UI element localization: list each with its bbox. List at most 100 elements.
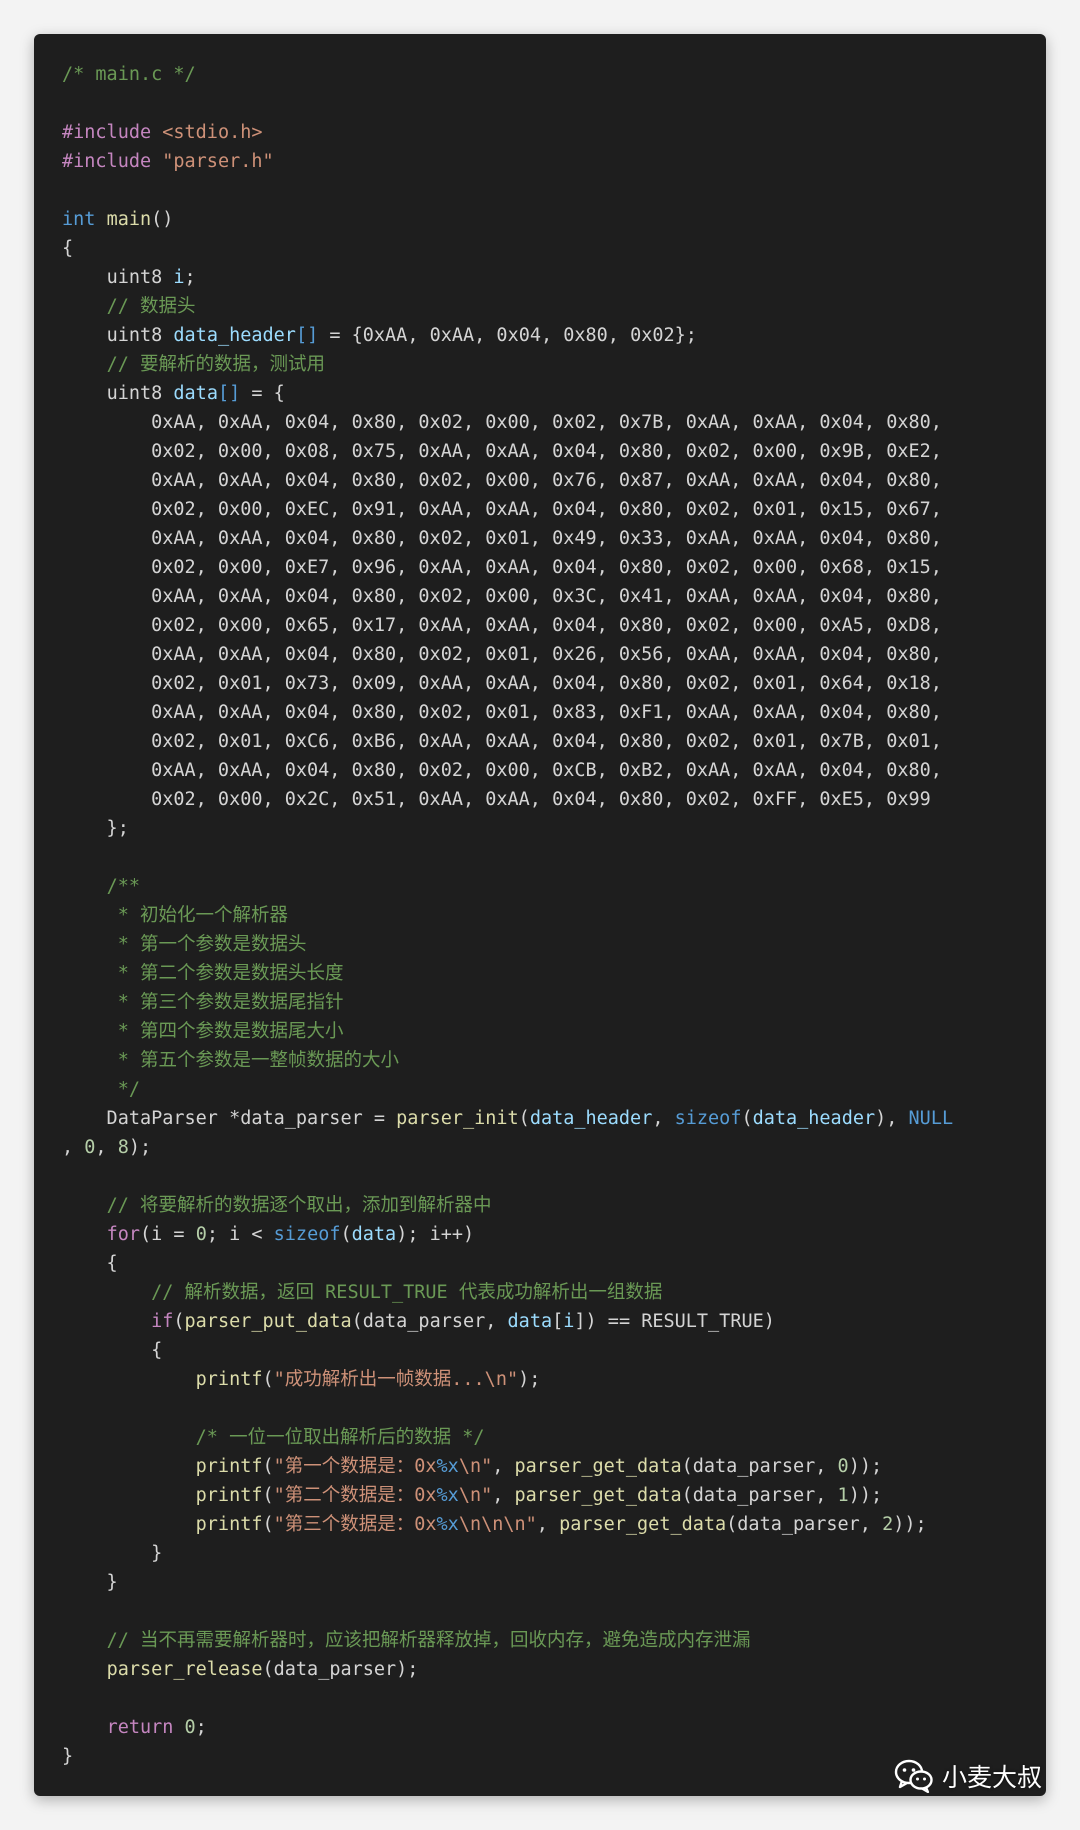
code-token-keyword: sizeof	[273, 1224, 341, 1245]
code-token-plain: (data_parser,	[681, 1485, 838, 1506]
code-token-plain: {	[62, 238, 74, 259]
code-token-plain: };	[62, 818, 129, 839]
code-line: 0x02, 0x00, 0x2C, 0x51, 0xAA, 0xAA, 0x04…	[62, 785, 953, 814]
code-token-function: printf	[195, 1514, 263, 1535]
code-token-keyword: []	[217, 383, 241, 404]
code-line: };	[62, 814, 953, 843]
code-token-comment: /**	[106, 876, 140, 897]
code-line: parser_release(data_parser);	[62, 1655, 953, 1684]
code-line: 0xAA, 0xAA, 0x04, 0x80, 0x02, 0x00, 0x3C…	[62, 582, 953, 611]
code-line: * 初始化一个解析器	[62, 901, 953, 930]
code-line: * 第二个参数是数据头长度	[62, 959, 953, 988]
code-token-plain: = {	[240, 383, 285, 404]
code-token-plain: ()	[151, 209, 174, 230]
code-token-string: <stdio.h>	[162, 122, 263, 143]
code-token-plain: (	[262, 1369, 274, 1390]
code-token-variable: data	[507, 1311, 553, 1332]
code-token-plain: ,	[492, 1485, 515, 1506]
code-token-comment: // 数据头	[106, 296, 196, 317]
code-line: uint8 data_header[] = {0xAA, 0xAA, 0x04,…	[62, 321, 953, 350]
code-token-string: \n"	[458, 1456, 493, 1477]
code-token-function: printf	[195, 1456, 263, 1477]
code-token-comment: // 解析数据，返回 RESULT_TRUE 代表成功解析出一组数据	[151, 1282, 663, 1303]
code-token-comment: /* 一位一位取出解析后的数据 */	[195, 1427, 485, 1448]
code-token-plain: ; i <	[206, 1224, 274, 1245]
code-token-plain: = {0xAA, 0xAA, 0x04, 0x80, 0x02};	[318, 325, 697, 346]
code-line: }	[62, 1568, 953, 1597]
code-token-string: "第二个数据是：0x	[273, 1485, 437, 1506]
code-token-number: 8	[117, 1137, 129, 1158]
watermark: 小麦大叔	[894, 1758, 1042, 1794]
code-line: 0xAA, 0xAA, 0x04, 0x80, 0x02, 0x01, 0x26…	[62, 640, 953, 669]
code-token-comment: // 将要解析的数据逐个取出，添加到解析器中	[106, 1195, 492, 1216]
code-line: 0xAA, 0xAA, 0x04, 0x80, 0x02, 0x00, 0xCB…	[62, 756, 953, 785]
code-token-comment: * 第二个参数是数据头长度	[106, 963, 344, 984]
code-line: #include <stdio.h>	[62, 118, 953, 147]
code-token-function: parser_get_data	[514, 1456, 682, 1477]
code-token-hex: 0x02, 0x00, 0xEC, 0x91, 0xAA, 0xAA, 0x04…	[62, 499, 942, 520]
code-line: /* main.c */	[62, 60, 953, 89]
code-token-string: "parser.h"	[162, 151, 274, 172]
code-line: * 第五个参数是一整帧数据的大小	[62, 1046, 953, 1075]
code-line: uint8 data[] = {	[62, 379, 953, 408]
code-token-string: \n\n\n"	[458, 1514, 537, 1535]
code-token-function: parser_get_data	[559, 1514, 727, 1535]
code-token-comment: * 第四个参数是数据尾大小	[106, 1021, 344, 1042]
code-token-comment: * 第五个参数是一整帧数据的大小	[106, 1050, 399, 1071]
code-token-function: printf	[195, 1369, 263, 1390]
code-line: // 要解析的数据，测试用	[62, 350, 953, 379]
code-line: /**	[62, 872, 953, 901]
code-token-string: \n"	[458, 1485, 493, 1506]
code-token-number: 0	[837, 1456, 849, 1477]
code-line: // 将要解析的数据逐个取出，添加到解析器中	[62, 1191, 953, 1220]
code-line: int main()	[62, 205, 953, 234]
code-token-number: 2	[882, 1514, 894, 1535]
code-line: 0x02, 0x01, 0xC6, 0xB6, 0xAA, 0xAA, 0x04…	[62, 727, 953, 756]
code-token-plain: (i =	[139, 1224, 196, 1245]
code-token-comment: * 初始化一个解析器	[106, 905, 288, 926]
code-token-type: uint8	[106, 325, 163, 346]
code-token-hex: 0x02, 0x00, 0x2C, 0x51, 0xAA, 0xAA, 0x04…	[62, 789, 931, 810]
wechat-icon	[894, 1759, 933, 1793]
code-token-plain: );	[518, 1369, 541, 1390]
code-token-keyword: %x	[436, 1485, 459, 1506]
code-token-function: main	[106, 209, 152, 230]
code-line: 0x02, 0x00, 0x65, 0x17, 0xAA, 0xAA, 0x04…	[62, 611, 953, 640]
code-token-plain: (data_parser,	[351, 1311, 508, 1332]
code-token-hex: 0xAA, 0xAA, 0x04, 0x80, 0x02, 0x00, 0x3C…	[62, 586, 942, 607]
code-token-function: parser_release	[106, 1659, 263, 1680]
code-token-comment: /* main.c */	[62, 64, 196, 85]
code-token-comment: // 当不再需要解析器时，应该把解析器释放掉，回收内存，避免造成内存泄漏	[106, 1630, 751, 1651]
code-token-hex: 0xAA, 0xAA, 0x04, 0x80, 0x02, 0x00, 0x76…	[62, 470, 942, 491]
code-line: 0xAA, 0xAA, 0x04, 0x80, 0x02, 0x01, 0x83…	[62, 698, 953, 727]
code-line: // 数据头	[62, 292, 953, 321]
code-token-hex: 0xAA, 0xAA, 0x04, 0x80, 0x02, 0x01, 0x26…	[62, 644, 942, 665]
code-token-plain: (	[262, 1485, 274, 1506]
code-token-plain: [	[552, 1311, 564, 1332]
code-token-number: 0	[195, 1224, 207, 1245]
code-token-function: printf	[195, 1485, 263, 1506]
code-token-variable: i	[563, 1311, 575, 1332]
code-token-plain: (	[518, 1108, 530, 1129]
code-token-string: "成功解析出一帧数据...\n"	[273, 1369, 519, 1390]
code-token-plain: (	[340, 1224, 352, 1245]
watermark-text: 小麦大叔	[941, 1763, 1042, 1792]
code-line: {	[62, 1336, 953, 1365]
code-token-number: 0	[184, 1717, 196, 1738]
code-token-keyword: sizeof	[674, 1108, 742, 1129]
